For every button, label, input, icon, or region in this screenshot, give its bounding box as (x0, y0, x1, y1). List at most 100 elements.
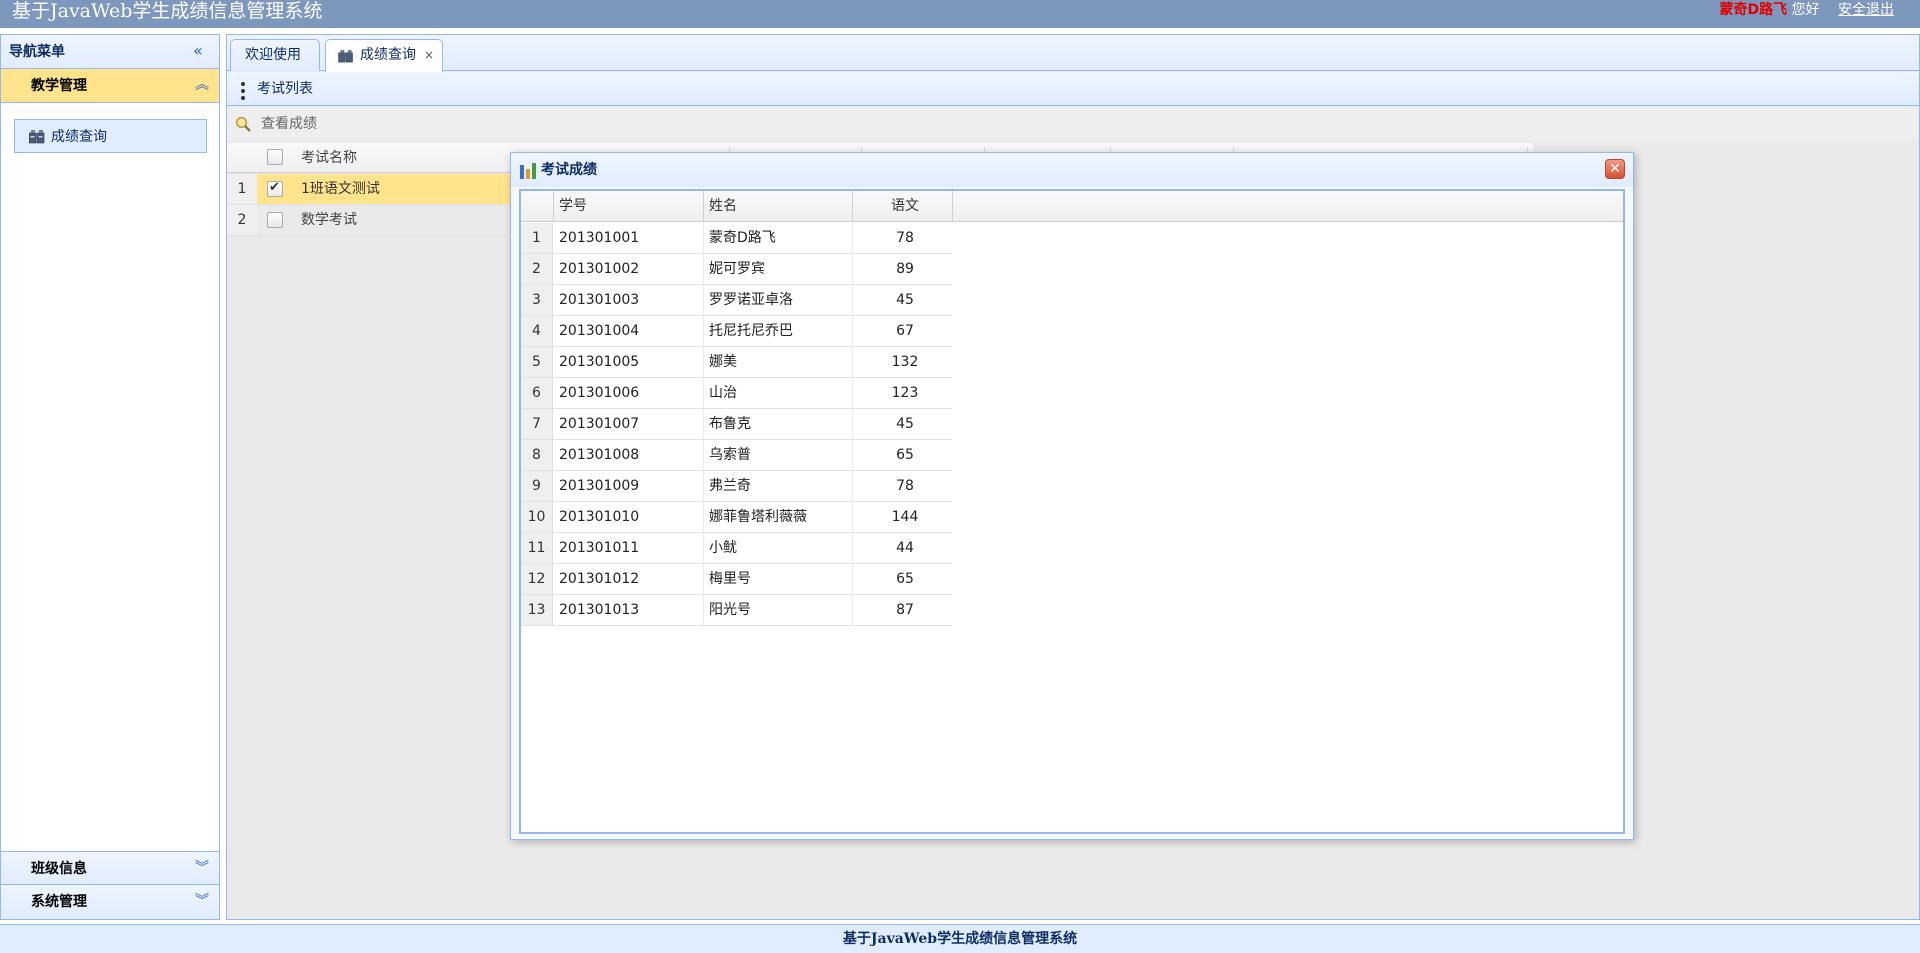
row-checkbox[interactable] (267, 180, 283, 197)
table-row[interactable]: 1 201301001 蒙奇D路飞 78 (521, 223, 952, 254)
student-id-cell: 201301013 (559, 602, 640, 618)
sidebar: 导航菜单 « 教学管理 ︽ 成绩查询 班级信息 ︾ 系统管理 ︾ (0, 34, 220, 920)
chinese-score-cell: 87 (896, 602, 914, 618)
logout-link[interactable]: 安全退出 (1838, 2, 1894, 18)
row-number: 10 (521, 502, 553, 532)
student-name-cell: 托尼托尼乔巴 (709, 323, 793, 339)
row-number: 1 (227, 174, 257, 204)
table-row[interactable]: 13 201301013 阳光号 87 (521, 595, 952, 626)
accordion-teaching-body: 成绩查询 (1, 104, 219, 886)
cards-icon (29, 130, 45, 144)
chinese-score-cell: 44 (896, 540, 914, 556)
table-row[interactable]: 7 201301007 布鲁克 45 (521, 409, 952, 440)
student-id-cell: 201301004 (559, 323, 640, 339)
chinese-score-cell: 45 (896, 292, 914, 308)
row-number: 13 (521, 595, 553, 625)
column-divider (852, 564, 853, 594)
grip-icon (241, 82, 245, 100)
tab-welcome-label: 欢迎使用 (245, 47, 301, 63)
exam-name: 1班语文测试 (301, 181, 380, 197)
exam-list-title: 考试列表 (257, 81, 313, 97)
column-divider (703, 347, 704, 377)
column-divider (852, 191, 853, 222)
accordion-system[interactable]: 系统管理 ︾ (1, 885, 219, 919)
chevron-down-icon[interactable]: ︾ (195, 860, 209, 876)
accordion-teaching[interactable]: 教学管理 ︽ (1, 69, 219, 103)
student-name-cell: 妮可罗宾 (709, 261, 765, 277)
table-row[interactable]: 5 201301005 娜美 132 (521, 347, 952, 378)
column-divider (852, 502, 853, 532)
chinese-score-cell: 65 (896, 571, 914, 587)
table-row[interactable]: 12 201301012 梅里号 65 (521, 564, 952, 595)
student-name-cell: 娜美 (709, 354, 737, 370)
accordion-class-info[interactable]: 班级信息 ︾ (1, 851, 219, 885)
table-row[interactable]: 8 201301008 乌索普 65 (521, 440, 952, 471)
student-name-cell: 小鱿 (709, 540, 737, 556)
column-divider (852, 378, 853, 408)
row-number: 4 (521, 316, 553, 346)
table-row[interactable]: 11 201301011 小鱿 44 (521, 533, 952, 564)
tab-score-query[interactable]: 成绩查询 × (325, 39, 443, 72)
student-name-cell: 娜菲鲁塔利薇薇 (709, 509, 807, 525)
row-number: 8 (521, 440, 553, 470)
menu-item-score-query-label: 成绩查询 (51, 129, 107, 145)
close-tab-icon[interactable]: × (424, 40, 434, 71)
student-name-cell: 弗兰奇 (709, 478, 751, 494)
column-divider (703, 409, 704, 439)
table-row[interactable]: 6 201301006 山治 123 (521, 378, 952, 409)
app-header: 基于JavaWeb学生成绩信息管理系统 蒙奇D路飞 您好 安全退出 (0, 0, 1920, 28)
column-divider (852, 440, 853, 470)
column-chinese-score: 语文 (891, 198, 919, 214)
select-all-checkbox[interactable] (267, 149, 283, 165)
row-number: 12 (521, 564, 553, 594)
view-scores-label: 查看成绩 (261, 116, 317, 132)
column-divider (852, 595, 853, 625)
column-divider (703, 533, 704, 563)
accordion-system-label: 系统管理 (31, 894, 87, 910)
student-id-cell: 201301006 (559, 385, 640, 401)
accordion-teaching-label: 教学管理 (31, 78, 87, 94)
student-name-cell: 罗罗诺亚卓洛 (709, 292, 793, 308)
table-row[interactable]: 2 数学考试 (227, 205, 527, 236)
column-divider (703, 471, 704, 501)
column-divider (852, 316, 853, 346)
student-id-cell: 201301003 (559, 292, 640, 308)
column-divider (703, 316, 704, 346)
row-number: 5 (521, 347, 553, 377)
accordion-class-info-label: 班级信息 (31, 861, 87, 877)
close-dialog-icon[interactable]: ✕ (1605, 159, 1625, 179)
chevron-down-icon[interactable]: ︾ (195, 893, 209, 909)
table-row[interactable]: 4 201301004 托尼托尼乔巴 67 (521, 316, 952, 347)
table-row[interactable]: 2 201301002 妮可罗宾 89 (521, 254, 952, 285)
chinese-score-cell: 78 (896, 230, 914, 246)
exam-toolbar: 查看成绩 (227, 107, 1919, 141)
tab-welcome[interactable]: 欢迎使用 (230, 39, 320, 71)
table-row[interactable]: 10 201301010 娜菲鲁塔利薇薇 144 (521, 502, 952, 533)
row-number: 2 (521, 254, 553, 284)
chevron-up-icon[interactable]: ︽ (195, 77, 209, 93)
collapse-sidebar-icon[interactable]: « (193, 43, 209, 59)
column-divider (852, 285, 853, 315)
chinese-score-cell: 78 (896, 478, 914, 494)
exam-scores-dialog: 考试成绩 ✕ 学号 姓名 语文 1 201301001 蒙奇D路飞 78 2 201301… (510, 152, 1634, 840)
dialog-header: 考试成绩 ✕ (511, 153, 1633, 187)
column-divider (703, 564, 704, 594)
chinese-score-cell: 89 (896, 261, 914, 277)
table-row[interactable]: 3 201301003 罗罗诺亚卓洛 45 (521, 285, 952, 316)
table-row[interactable]: 1 1班语文测试 (227, 174, 527, 205)
chinese-score-cell: 67 (896, 323, 914, 339)
row-checkbox[interactable] (267, 212, 283, 228)
column-divider (553, 191, 554, 222)
column-divider (703, 378, 704, 408)
cards-icon (338, 50, 353, 63)
student-name-cell: 蒙奇D路飞 (709, 230, 776, 246)
tab-score-query-label: 成绩查询 (360, 47, 416, 63)
student-id-cell: 201301005 (559, 354, 640, 370)
table-row[interactable]: 9 201301009 弗兰奇 78 (521, 471, 952, 502)
column-exam-name: 考试名称 (301, 150, 357, 166)
sidebar-header: 导航菜单 « (1, 35, 219, 69)
menu-item-score-query[interactable]: 成绩查询 (14, 119, 207, 153)
column-divider (852, 254, 853, 284)
row-number: 2 (227, 205, 257, 235)
bar-chart-icon (520, 163, 536, 179)
